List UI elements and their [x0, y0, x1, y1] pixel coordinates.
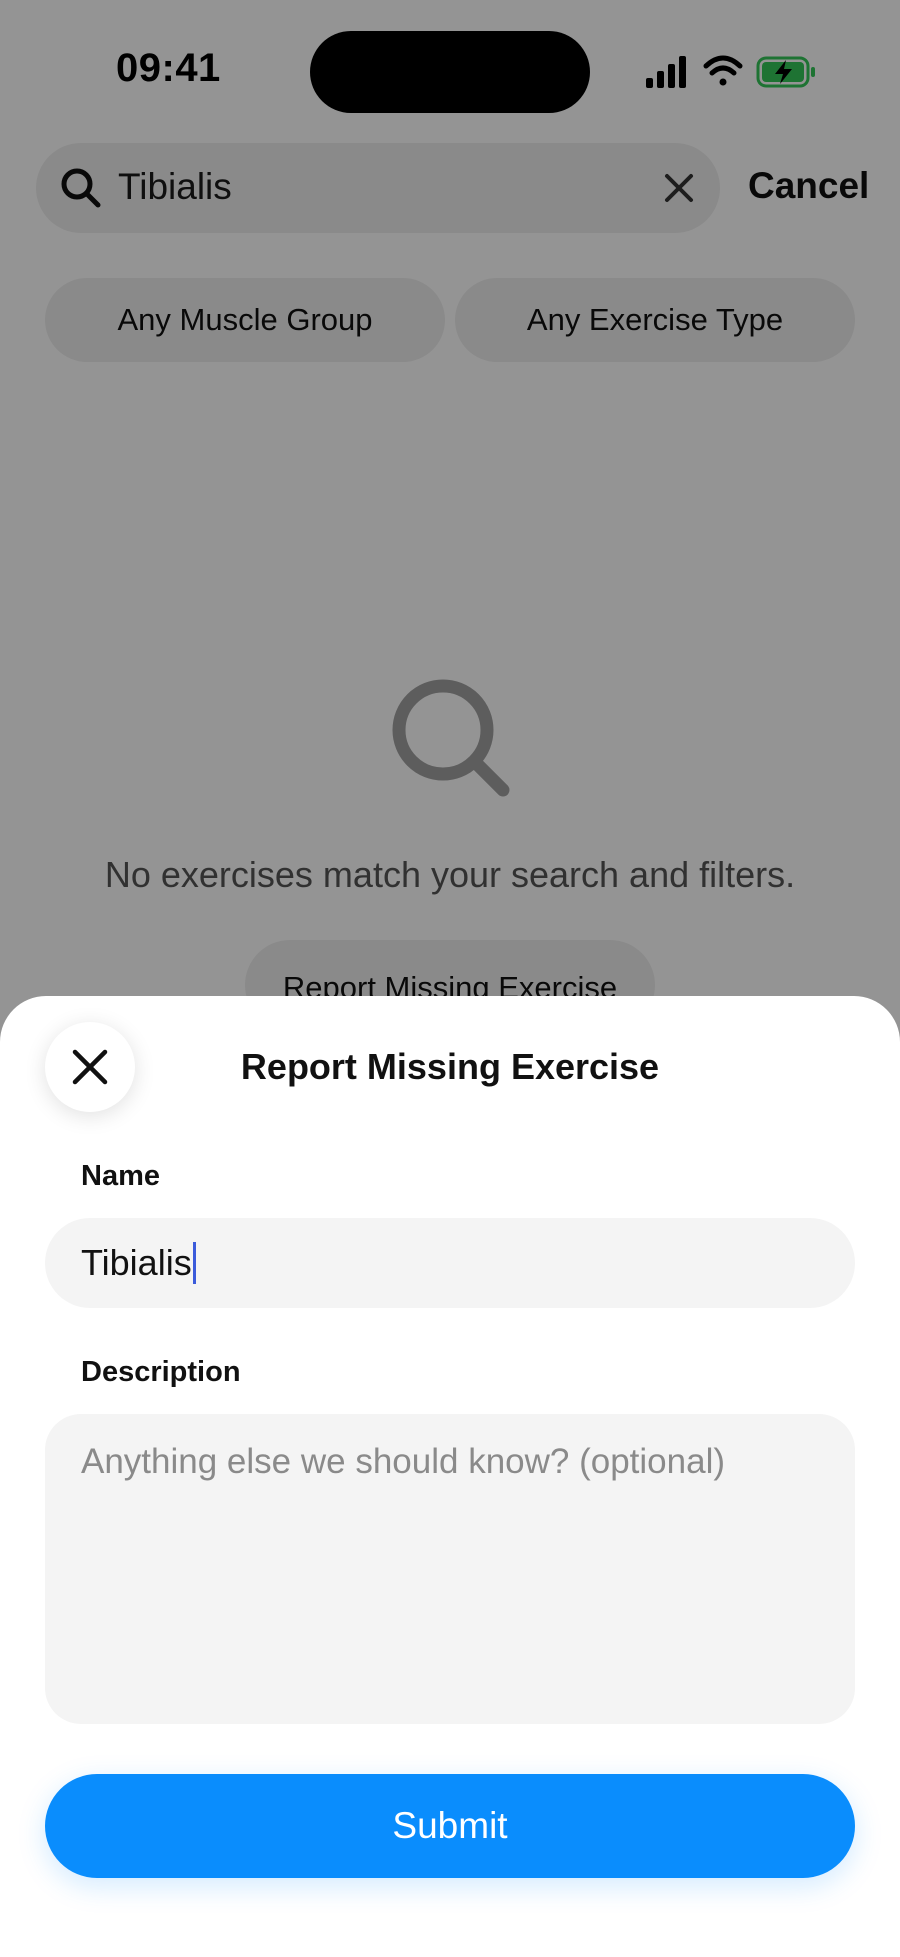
text-caret: [192, 1242, 196, 1284]
submit-button[interactable]: Submit: [45, 1774, 855, 1878]
description-label: Description: [81, 1356, 241, 1388]
description-placeholder: Anything else we should know? (optional): [81, 1442, 725, 1481]
name-field[interactable]: Tibialis: [45, 1218, 855, 1308]
sheet-title: Report Missing Exercise: [240, 1046, 660, 1087]
description-field[interactable]: Anything else we should know? (optional): [45, 1414, 855, 1724]
name-field-value: Tibialis: [81, 1242, 192, 1283]
name-field-value-wrap: Tibialis: [81, 1242, 196, 1284]
report-missing-exercise-sheet: Report Missing Exercise Name Tibialis De…: [0, 996, 900, 1957]
name-label: Name: [81, 1160, 160, 1192]
screen: 09:41 Tibialis Cancel Any Muscle Group A…: [0, 0, 900, 1957]
